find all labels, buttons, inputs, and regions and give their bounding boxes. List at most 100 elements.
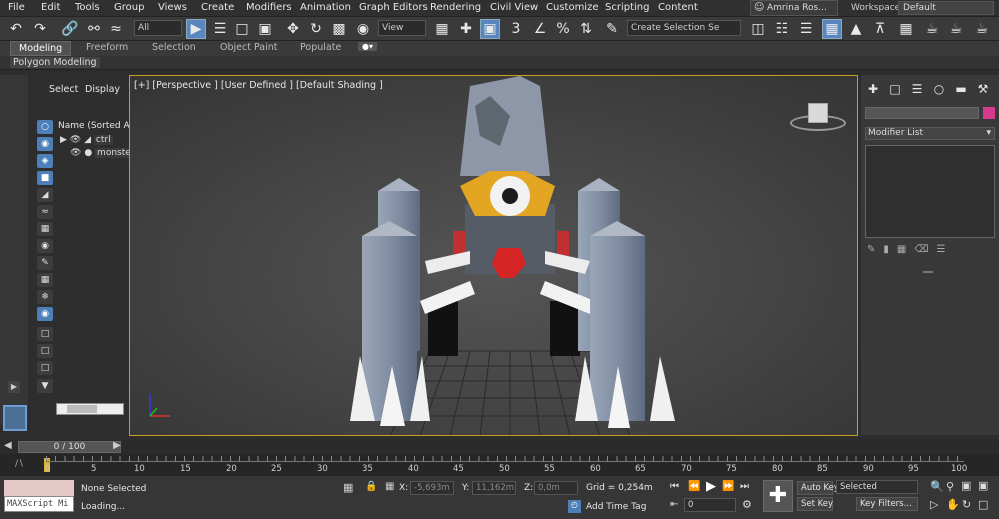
menu-civil-view[interactable]: Civil View [490, 2, 538, 13]
scene-row-ctrl[interactable]: ▶ 👁 ◢ ctrl [60, 135, 113, 145]
maximize-viewport-icon[interactable]: □ [978, 498, 988, 511]
scale-icon[interactable]: ▩ [329, 19, 349, 39]
auto-key-button[interactable]: Auto Key [797, 481, 839, 495]
time-prev-icon[interactable]: ◀ [4, 440, 12, 451]
select-manipulate-icon[interactable]: ✚ [456, 19, 476, 39]
menu-create[interactable]: Create [201, 2, 234, 13]
select-by-name-icon[interactable]: ☰ [210, 19, 230, 39]
display-shapes-icon[interactable]: ◈ [37, 154, 53, 168]
field-of-view-icon[interactable]: ▷ [930, 498, 938, 511]
toggle-ribbon-icon[interactable]: ☰ [796, 19, 816, 39]
tab-selection[interactable]: Selection [152, 42, 196, 53]
select-none-icon[interactable]: □ [37, 344, 53, 358]
spinner-snap-icon[interactable]: ⇅ [576, 19, 596, 39]
y-coordinate-field[interactable]: 11,162m [472, 481, 516, 495]
window-crossing-icon[interactable]: ▣ [255, 19, 275, 39]
keyboard-shortcut-override-icon[interactable]: ▣ [480, 19, 500, 39]
undo-icon[interactable]: ↶ [6, 19, 26, 39]
select-all-icon[interactable]: □ [37, 327, 53, 341]
display-tab-icon[interactable]: ▬ [952, 82, 970, 98]
go-to-start-icon[interactable]: ⏮ [670, 481, 679, 492]
time-configuration-icon[interactable]: ⚙ [742, 498, 752, 511]
make-unique-icon[interactable]: ▦ [897, 244, 914, 255]
maxscript-mini-listener[interactable]: MAXScript Mi [4, 496, 74, 512]
selection-lock-icon[interactable]: 🔒 [365, 481, 377, 492]
menu-modifiers[interactable]: Modifiers [246, 2, 292, 13]
object-name-field[interactable] [865, 107, 979, 119]
percent-snap-icon[interactable]: % [553, 19, 573, 39]
set-keys-icon[interactable]: ✚ [763, 480, 793, 512]
filter-icon[interactable]: ▼ [37, 379, 53, 393]
motion-tab-icon[interactable]: ○ [930, 82, 948, 98]
maxscript-listener-output[interactable] [4, 480, 74, 496]
display-lights-icon[interactable]: ■ [37, 171, 53, 185]
menu-content[interactable]: Content [658, 2, 698, 13]
unlink-icon[interactable]: ⚯ [84, 19, 104, 39]
viewcube-icon[interactable] [790, 101, 846, 135]
time-next-icon[interactable]: ▶ [113, 440, 121, 451]
current-frame-field[interactable]: 0 [684, 498, 736, 512]
remove-modifier-icon[interactable]: ⌫ [914, 244, 936, 255]
edit-named-selection-icon[interactable]: ✎ [602, 19, 622, 39]
time-tag-icon[interactable]: ◴ [568, 500, 581, 513]
reference-coordinate-select[interactable]: View [378, 20, 426, 36]
user-account-dropdown[interactable]: ☺ Amrina Ros... [750, 0, 838, 16]
orbit-icon[interactable]: ↻ [962, 498, 971, 511]
pan-view-icon[interactable]: ✋ [946, 498, 960, 511]
menu-group[interactable]: Group [114, 2, 144, 13]
tab-object-paint[interactable]: Object Paint [220, 42, 277, 53]
tab-populate[interactable]: Populate [300, 42, 341, 53]
modifier-stack[interactable] [865, 145, 995, 238]
menu-customize[interactable]: Customize [546, 2, 599, 13]
play-icon[interactable]: ▶ [706, 479, 716, 494]
mini-curve-editor-icon[interactable]: ∕∖ [15, 459, 24, 469]
rectangular-selection-icon[interactable]: □ [232, 19, 252, 39]
mirror-icon[interactable]: ◫ [748, 19, 768, 39]
configure-modifier-sets-icon[interactable]: ☰ [937, 244, 954, 255]
tab-modeling[interactable]: Modeling [10, 41, 72, 56]
viewport-label[interactable]: [+] [Perspective ] [User Defined ] [Defa… [134, 80, 383, 91]
menu-scripting[interactable]: Scripting [605, 2, 649, 13]
menu-views[interactable]: Views [158, 2, 187, 13]
add-time-tag[interactable]: Add Time Tag [586, 502, 646, 512]
zoom-all-icon[interactable]: ⚲ [946, 480, 954, 493]
modify-tab-icon[interactable]: □ [886, 82, 904, 98]
link-icon[interactable]: 🔗 [60, 19, 80, 39]
zoom-icon[interactable]: 🔍 [930, 480, 944, 493]
horizontal-scrollbar[interactable] [56, 403, 124, 415]
bind-space-warp-icon[interactable]: ≈ [106, 19, 126, 39]
create-tab-icon[interactable]: ✚ [864, 82, 882, 98]
scene-explorer-icon[interactable]: ▦ [822, 19, 842, 39]
angle-snap-icon[interactable]: ∠ [530, 19, 550, 39]
render-production-icon[interactable]: ☕ [972, 19, 992, 39]
layer-explorer-icon[interactable]: ☷ [772, 19, 792, 39]
scrollbar-thumb[interactable] [67, 405, 97, 413]
scene-row-monster[interactable]: 👁 ● monster [70, 148, 137, 158]
pin-stack-icon[interactable]: ✎ [867, 244, 883, 255]
viewport-layout-thumbnail[interactable] [3, 405, 27, 431]
z-coordinate-field[interactable]: 0,0m [534, 481, 578, 495]
redo-icon[interactable]: ↷ [30, 19, 50, 39]
key-filters-button[interactable]: Key Filters... [856, 497, 918, 511]
snaps-toggle-icon[interactable]: 3 [506, 19, 526, 39]
utilities-tab-icon[interactable]: ⚒ [974, 82, 992, 98]
workspace-select[interactable]: Default [898, 1, 994, 15]
display-bones-icon[interactable]: ▦ [37, 273, 53, 287]
hierarchy-tab-icon[interactable]: ☰ [908, 82, 926, 98]
curve-editor-icon[interactable]: ▲ [846, 19, 866, 39]
display-none-icon[interactable]: ○ [37, 120, 53, 134]
zoom-extents-icon[interactable]: ▣ [961, 479, 971, 492]
eye-icon[interactable]: 👁 [70, 135, 81, 145]
isolate-selection-icon[interactable]: ▦ [343, 481, 353, 494]
expand-arrow-icon[interactable]: ▶ [60, 135, 67, 145]
menu-tools[interactable]: Tools [75, 2, 100, 13]
eye-icon[interactable]: 👁 [70, 148, 81, 158]
show-end-result-icon[interactable]: ▮ [883, 244, 897, 255]
menu-edit[interactable]: Edit [41, 2, 60, 13]
display-cameras-icon[interactable]: ◢ [37, 188, 53, 202]
named-selection-set-select[interactable]: Create Selection Se [627, 20, 741, 36]
modifier-list-dropdown[interactable]: Modifier List ▾ [865, 127, 995, 140]
ribbon-options-icon[interactable]: ●▾ [358, 42, 377, 51]
object-color-swatch[interactable] [983, 107, 995, 119]
display-containers-icon[interactable]: ❄ [37, 290, 53, 304]
